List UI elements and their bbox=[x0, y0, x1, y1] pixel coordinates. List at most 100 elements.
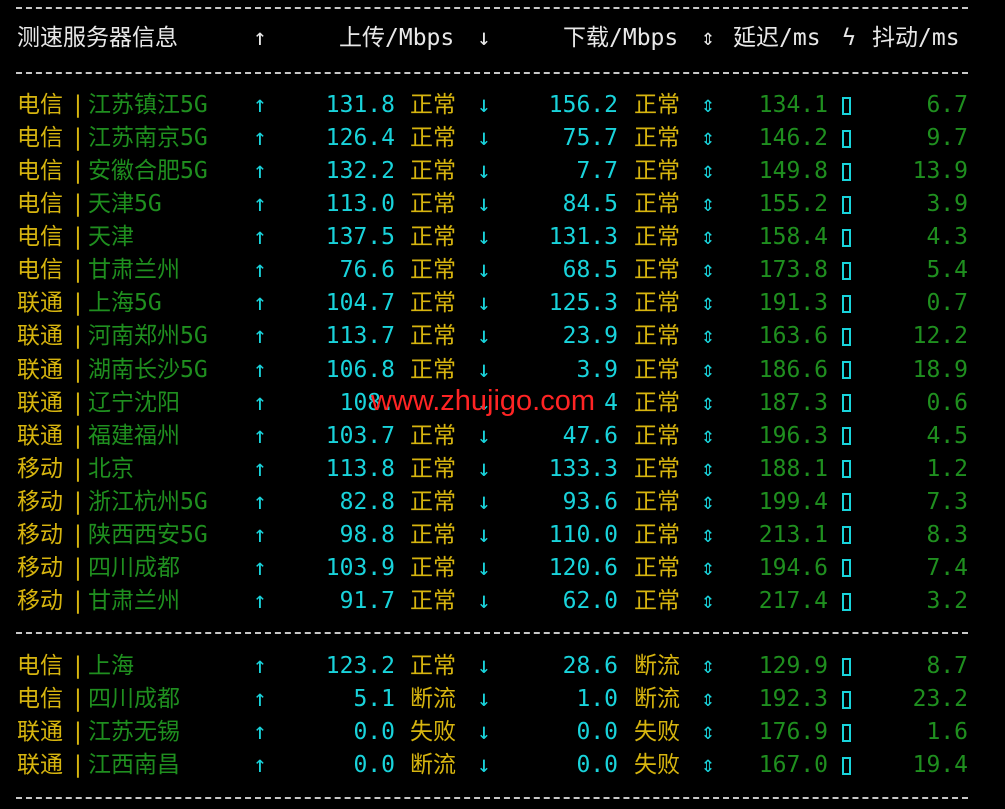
table-row: 联通 | 上海5G ↑ 104.7 正常 ↓ 125.3 正常 ⇕ 191.3 … bbox=[0, 287, 1005, 320]
isp-name: 联通 bbox=[17, 290, 63, 317]
upload-value: 106.8 bbox=[325, 356, 395, 383]
placeholder-box-icon bbox=[842, 420, 851, 453]
upload-status: 正常 bbox=[410, 422, 456, 449]
isp-name: 移动 bbox=[17, 554, 63, 581]
updown-arrow-icon: ⇕ bbox=[701, 488, 715, 515]
upload-value: 91.7 bbox=[339, 588, 395, 615]
table-row: 电信 | 安徽合肥5G ↑ 132.2 正常 ↓ 7.7 正常 ⇕ 149.8 … bbox=[0, 155, 1005, 188]
download-value: 0.0 bbox=[576, 719, 618, 746]
jitter-value: 12.2 bbox=[912, 323, 968, 350]
city-name: 湖南长沙5G bbox=[88, 356, 208, 383]
download-status: 失败 bbox=[634, 719, 680, 746]
header-latency: 延迟/ms bbox=[733, 25, 821, 51]
city-name: 福建福州 bbox=[88, 422, 180, 449]
latency-value: 134.1 bbox=[758, 92, 828, 118]
up-arrow-icon: ↑ bbox=[253, 290, 267, 317]
isp-name: 联通 bbox=[17, 752, 63, 779]
table-row: 联通 | 江西南昌 ↑ 0.0 断流 ↓ 0.0 失败 ⇕ 167.0 19.4 bbox=[0, 749, 1005, 782]
upload-value: 126.4 bbox=[325, 125, 395, 152]
placeholder-box-icon bbox=[842, 683, 851, 716]
table-row: 移动 | 四川成都 ↑ 103.9 正常 ↓ 120.6 正常 ⇕ 194.6 … bbox=[0, 552, 1005, 585]
table-row: 电信 | 四川成都 ↑ 5.1 断流 ↓ 1.0 断流 ⇕ 192.3 23.2 bbox=[0, 683, 1005, 716]
separator: | bbox=[71, 422, 85, 449]
up-arrow-icon: ↑ bbox=[253, 588, 267, 615]
updown-arrow-icon: ⇕ bbox=[701, 290, 715, 317]
upload-status: 正常 bbox=[410, 92, 456, 118]
divider-top bbox=[16, 7, 968, 9]
terminal-output: 测速服务器信息 ↑ 上传/Mbps ↓ 下载/Mbps ⇕ 延迟/ms ϟ 抖动… bbox=[0, 0, 1005, 809]
table-row: 联通 | 福建福州 ↑ 103.7 正常 ↓ 47.6 正常 ⇕ 196.3 4… bbox=[0, 420, 1005, 453]
down-arrow-icon: ↓ bbox=[477, 191, 491, 218]
upload-value: 5.1 bbox=[353, 686, 395, 713]
placeholder-box-icon bbox=[842, 188, 851, 221]
placeholder-box-icon bbox=[842, 749, 851, 782]
isp-name: 电信 bbox=[17, 224, 63, 251]
separator: | bbox=[71, 191, 85, 218]
updown-arrow-icon: ⇕ bbox=[701, 455, 715, 482]
city-name: 江苏无锡 bbox=[88, 719, 180, 746]
up-arrow-icon: ↑ bbox=[253, 488, 267, 515]
placeholder-box-icon bbox=[842, 221, 851, 254]
upload-status: 正常 bbox=[410, 455, 456, 482]
download-status: 失败 bbox=[634, 752, 680, 779]
jitter-value: 6.7 bbox=[926, 92, 968, 118]
download-status: 正常 bbox=[634, 356, 680, 383]
latency-value: 192.3 bbox=[758, 686, 828, 713]
download-value: 133.3 bbox=[548, 455, 618, 482]
isp-name: 移动 bbox=[17, 521, 63, 548]
up-arrow-icon: ↑ bbox=[253, 356, 267, 383]
placeholder-box-icon bbox=[842, 585, 851, 618]
table-row: 联通 | 河南郑州5G ↑ 113.7 正常 ↓ 23.9 正常 ⇕ 163.6… bbox=[0, 320, 1005, 353]
isp-name: 联通 bbox=[17, 323, 63, 350]
upload-value: 0.0 bbox=[353, 752, 395, 779]
separator: | bbox=[71, 92, 85, 118]
upload-status: 正常 bbox=[410, 323, 456, 350]
upload-value: 123.2 bbox=[325, 653, 395, 679]
download-value: 110.0 bbox=[548, 521, 618, 548]
updown-arrow-icon: ⇕ bbox=[701, 422, 715, 449]
latency-value: 188.1 bbox=[758, 455, 828, 482]
up-arrow-icon: ↑ bbox=[253, 323, 267, 350]
download-status: 正常 bbox=[634, 191, 680, 218]
upload-value: 104.7 bbox=[325, 290, 395, 317]
download-status: 正常 bbox=[634, 224, 680, 251]
isp-name: 电信 bbox=[17, 653, 63, 679]
download-value: 125.3 bbox=[548, 290, 618, 317]
city-name: 四川成都 bbox=[88, 554, 180, 581]
separator: | bbox=[71, 752, 85, 779]
header-location: 测速服务器信息 bbox=[17, 25, 178, 51]
latency-value: 129.9 bbox=[758, 653, 828, 679]
updown-arrow-icon: ⇕ bbox=[701, 191, 715, 218]
download-status: 正常 bbox=[634, 290, 680, 317]
upload-status: 正常 bbox=[410, 158, 456, 185]
city-name: 浙江杭州5G bbox=[88, 488, 208, 515]
download-value: 23.9 bbox=[562, 323, 618, 350]
separator: | bbox=[71, 224, 85, 251]
header-updown-arrow: ⇕ bbox=[701, 25, 715, 51]
jitter-value: 4.3 bbox=[926, 224, 968, 251]
upload-value: 103.9 bbox=[325, 554, 395, 581]
up-arrow-icon: ↑ bbox=[253, 752, 267, 779]
download-value: 3.9 bbox=[576, 356, 618, 383]
city-name: 上海5G bbox=[88, 290, 162, 317]
download-value: 7.7 bbox=[576, 158, 618, 185]
table-row: 移动 | 浙江杭州5G ↑ 82.8 正常 ↓ 93.6 正常 ⇕ 199.4 … bbox=[0, 486, 1005, 519]
isp-name: 移动 bbox=[17, 488, 63, 515]
down-arrow-icon: ↓ bbox=[477, 92, 491, 118]
jitter-value: 9.7 bbox=[926, 125, 968, 152]
updown-arrow-icon: ⇕ bbox=[701, 257, 715, 284]
table-row: 移动 | 甘肃兰州 ↑ 91.7 正常 ↓ 62.0 正常 ⇕ 217.4 3.… bbox=[0, 585, 1005, 618]
city-name: 辽宁沈阳 bbox=[88, 389, 180, 416]
updown-arrow-icon: ⇕ bbox=[701, 323, 715, 350]
download-value: 75.7 bbox=[562, 125, 618, 152]
table-row: 移动 | 陕西西安5G ↑ 98.8 正常 ↓ 110.0 正常 ⇕ 213.1… bbox=[0, 519, 1005, 552]
download-status: 正常 bbox=[634, 257, 680, 284]
watermark-text: www.zhujigo.com bbox=[371, 385, 596, 417]
divider-header bbox=[16, 72, 968, 74]
updown-arrow-icon: ⇕ bbox=[701, 158, 715, 185]
up-arrow-icon: ↑ bbox=[253, 554, 267, 581]
upload-status: 正常 bbox=[410, 257, 456, 284]
placeholder-box-icon bbox=[842, 287, 851, 320]
latency-value: 199.4 bbox=[758, 488, 828, 515]
latency-value: 194.6 bbox=[758, 554, 828, 581]
